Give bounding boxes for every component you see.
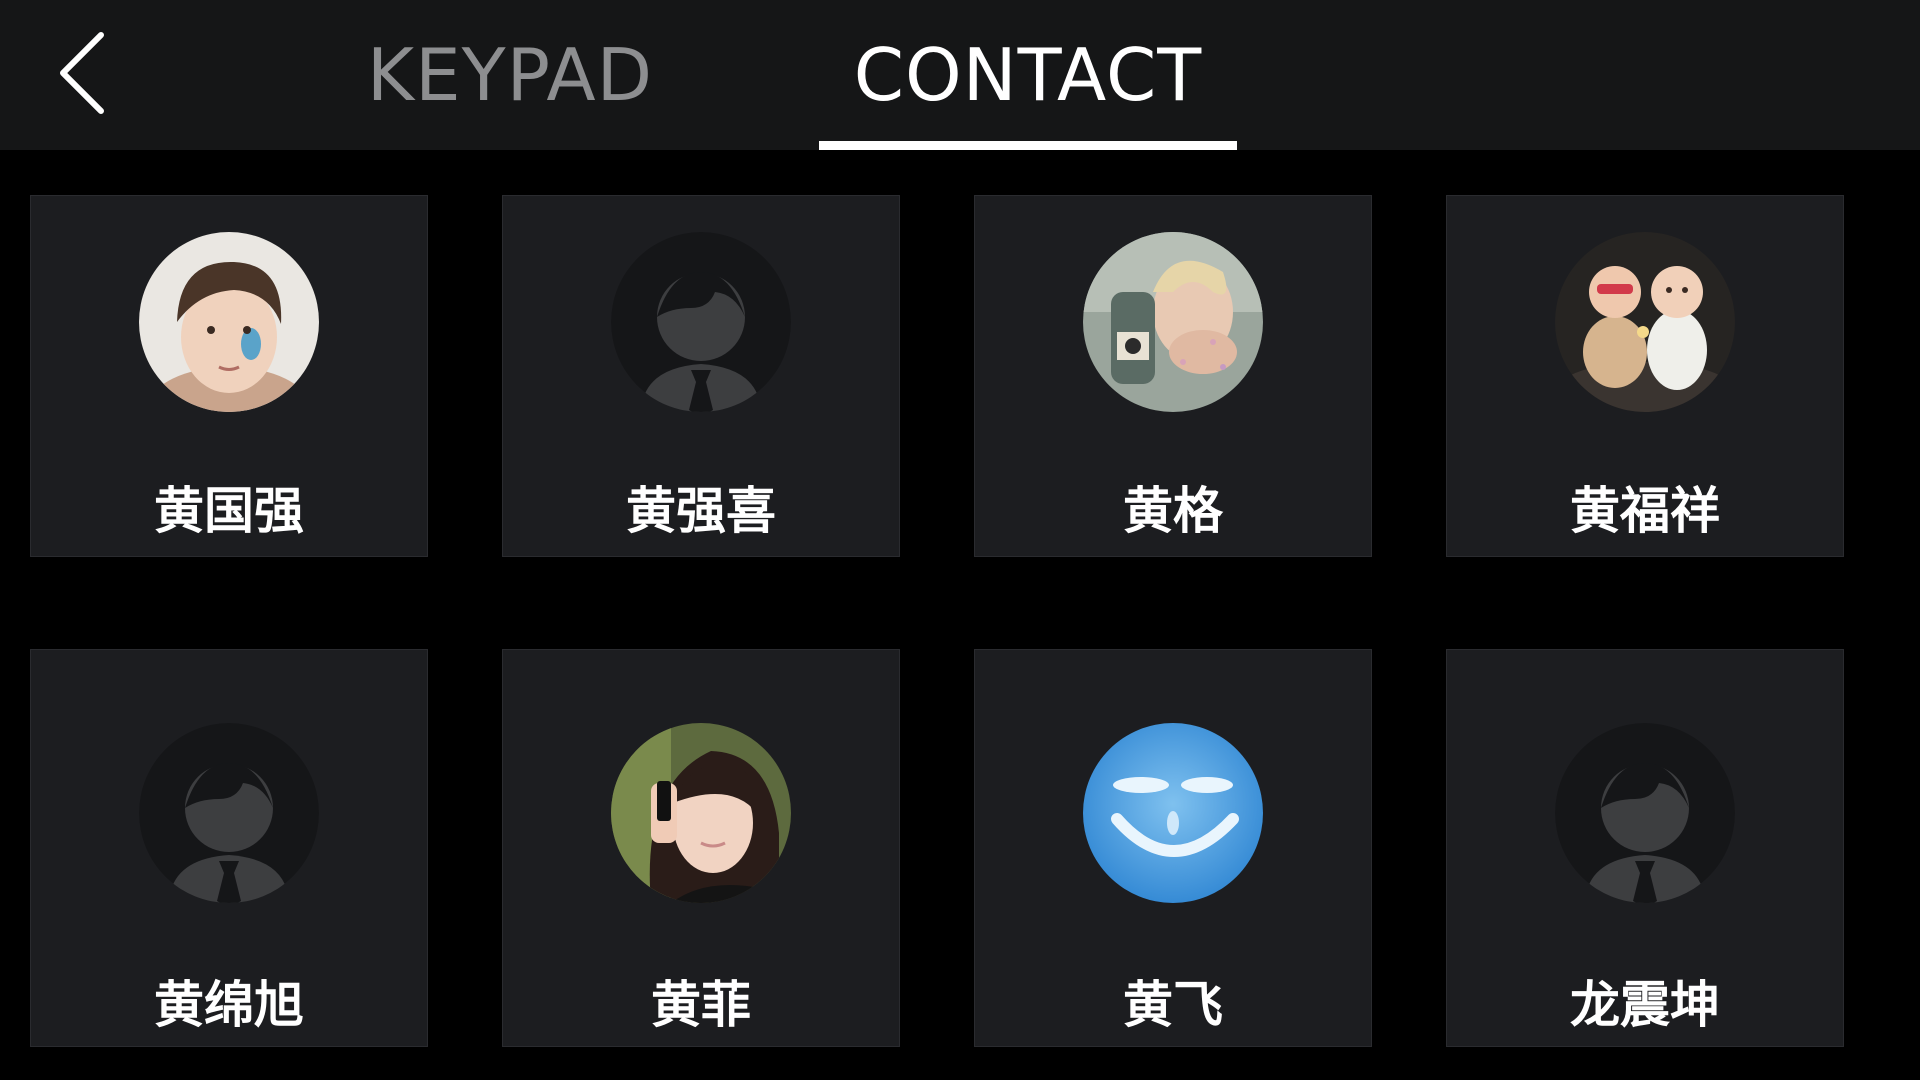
photo-woman-avatar [1083, 232, 1263, 412]
back-button[interactable] [50, 28, 114, 118]
active-tab-indicator [819, 141, 1237, 150]
contact-card[interactable]: 黄菲 [502, 649, 900, 1047]
tab-contact[interactable]: CONTACT [819, 0, 1237, 150]
contact-grid: 黄国强 黄强喜 黄格 黄福祥 黄绵旭 黄菲 黄飞 龙震坤 [0, 150, 1920, 1080]
tab-keypad[interactable]: KEYPAD [360, 0, 660, 150]
photo-sky-smile-avatar [1083, 723, 1263, 903]
chevron-left-icon [60, 32, 104, 114]
top-bar: KEYPAD CONTACT [0, 0, 1920, 150]
contact-card[interactable]: 龙震坤 [1446, 649, 1844, 1047]
contact-card[interactable]: 黄绵旭 [30, 649, 428, 1047]
contact-card[interactable]: 黄强喜 [502, 195, 900, 557]
contact-name: 黄国强 [154, 482, 304, 540]
contact-card[interactable]: 黄福祥 [1446, 195, 1844, 557]
contact-name: 黄飞 [1123, 976, 1223, 1034]
contact-card[interactable]: 黄格 [974, 195, 1372, 557]
contact-name: 黄福祥 [1570, 482, 1720, 540]
contact-name: 龙震坤 [1570, 976, 1720, 1034]
default-person-icon [611, 232, 791, 412]
photo-boy-avatar [139, 232, 319, 412]
contact-card[interactable]: 黄国强 [30, 195, 428, 557]
contact-name: 黄绵旭 [154, 976, 304, 1034]
contact-name: 黄强喜 [626, 482, 776, 540]
contact-name: 黄格 [1123, 482, 1223, 540]
photo-girl-phone-avatar [611, 723, 791, 903]
contact-card[interactable]: 黄飞 [974, 649, 1372, 1047]
contact-name: 黄菲 [651, 976, 751, 1034]
photo-babies-avatar [1555, 232, 1735, 412]
default-person-icon [1555, 723, 1735, 903]
default-person-icon [139, 723, 319, 903]
